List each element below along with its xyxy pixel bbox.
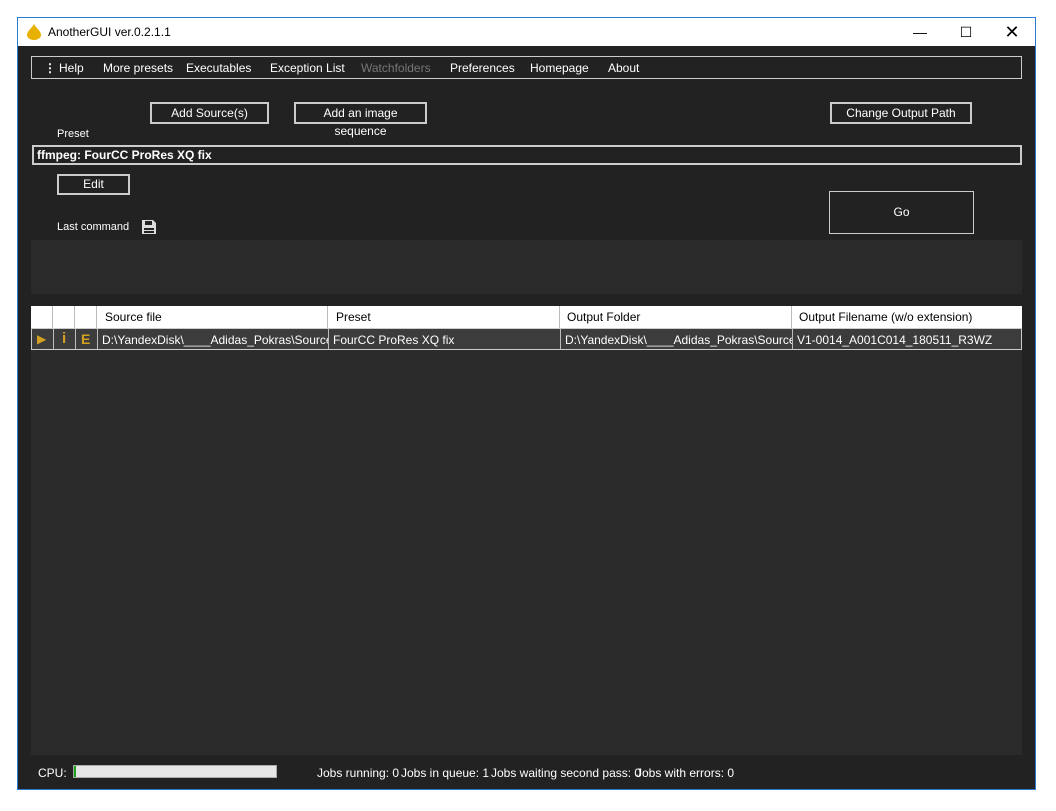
jobs-with-errors: Jobs with errors: 0 <box>636 766 735 780</box>
jobs-table: Source file Preset Output Folder Output … <box>31 306 1022 755</box>
last-command-label: Last command <box>57 221 130 233</box>
jobs-waiting-second-pass: Jobs waiting second pass: 0 <box>491 766 642 780</box>
maximize-button[interactable]: ☐ <box>943 18 989 46</box>
menu-bar: ⋮ Help More presets Executables Exceptio… <box>31 56 1022 79</box>
app-logo-icon <box>27 24 41 40</box>
header-source-file[interactable]: Source file <box>97 306 328 328</box>
window-title: AnotherGUI ver.0.2.1.1 <box>48 25 171 39</box>
header-cell <box>75 306 97 328</box>
cell-output-folder: D:\YandexDisk\____Adidas_Pokras\Source\ <box>561 329 793 349</box>
cpu-label: CPU: <box>38 766 67 780</box>
cpu-progress-bar <box>73 765 277 778</box>
add-source-button[interactable]: Add Source(s) <box>150 102 269 124</box>
jobs-in-queue: Jobs in queue: 1 <box>401 766 490 780</box>
menu-grip-icon: ⋮ <box>44 61 56 75</box>
change-output-path-button[interactable]: Change Output Path <box>830 102 972 124</box>
add-image-sequence-button[interactable]: Add an image sequence <box>294 102 427 138</box>
menu-executables[interactable]: Executables <box>186 61 251 75</box>
app-window: AnotherGUI ver.0.2.1.1 — ☐ ✕ ⋮ Help More… <box>17 17 1036 790</box>
last-command-box <box>31 240 1022 294</box>
table-header: Source file Preset Output Folder Output … <box>31 306 1022 328</box>
cell-output-filename: V1-0014_A001C014_180511_R3WZ <box>797 333 993 347</box>
header-preset[interactable]: Preset <box>328 306 560 328</box>
edit-button[interactable]: Edit <box>57 174 130 195</box>
menu-exception-list[interactable]: Exception List <box>270 61 345 75</box>
header-cell <box>53 306 75 328</box>
cpu-progress-fill <box>74 766 77 777</box>
cell-source-file: D:\YandexDisk\____Adidas_Pokras\Source..… <box>98 329 329 349</box>
close-button[interactable]: ✕ <box>989 18 1035 46</box>
menu-preferences[interactable]: Preferences <box>450 61 515 75</box>
jobs-running: Jobs running: 0 <box>317 766 400 780</box>
go-button[interactable]: Go <box>829 191 974 234</box>
menu-more-presets[interactable]: More presets <box>103 61 173 75</box>
minimize-button[interactable]: — <box>897 18 943 46</box>
menu-help[interactable]: Help <box>59 61 84 75</box>
menu-homepage[interactable]: Homepage <box>530 61 589 75</box>
table-row[interactable]: ▶ i E D:\YandexDisk\____Adidas_Pokras\So… <box>31 328 1022 350</box>
edit-job-icon[interactable]: E <box>76 329 98 349</box>
menu-watchfolders: Watchfolders <box>361 61 431 75</box>
header-output-filename[interactable]: Output Filename (w/o extension) <box>792 306 1022 328</box>
preset-label: Preset <box>57 128 89 140</box>
save-icon[interactable] <box>141 219 157 235</box>
header-cell <box>31 306 53 328</box>
menu-about[interactable]: About <box>608 61 639 75</box>
info-icon[interactable]: i <box>54 329 76 349</box>
title-bar: AnotherGUI ver.0.2.1.1 — ☐ ✕ <box>18 18 1035 46</box>
cell-preset: FourCC ProRes XQ fix <box>329 329 561 349</box>
play-icon[interactable]: ▶ <box>32 329 54 349</box>
header-output-folder[interactable]: Output Folder <box>560 306 792 328</box>
preset-select[interactable]: ffmpeg: FourCC ProRes XQ fix <box>32 145 1022 165</box>
